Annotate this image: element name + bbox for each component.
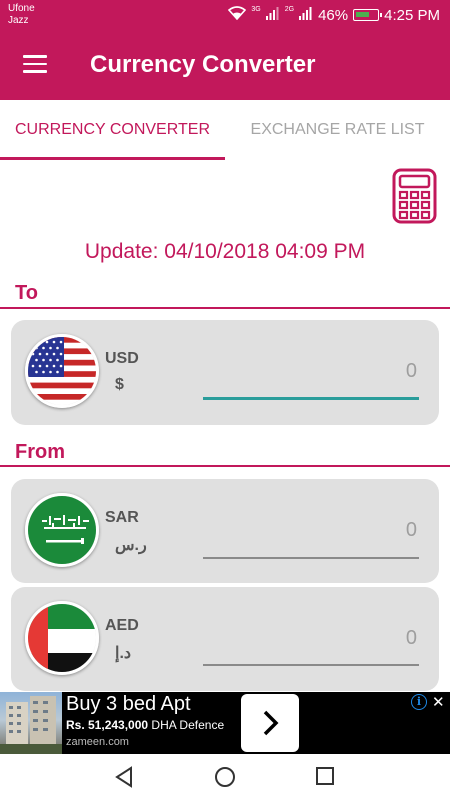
wifi-icon — [228, 6, 247, 24]
ad-info-icon[interactable]: i — [411, 694, 427, 710]
to-section-divider — [0, 307, 450, 309]
aed-currency-code: AED — [105, 617, 139, 634]
usa-flag-icon — [25, 334, 99, 408]
aed-amount-input[interactable]: 0 — [203, 627, 419, 650]
app-toolbar: Currency Converter — [0, 32, 450, 100]
tab-currency-converter[interactable]: CURRENCY CONVERTER — [0, 100, 225, 160]
calculator-icon[interactable] — [392, 168, 437, 224]
from-section-divider — [0, 465, 450, 467]
to-currency-symbol: $ — [115, 376, 124, 393]
ad-building-image — [0, 692, 62, 754]
aed-currency-symbol: د.إ — [115, 645, 132, 662]
chevron-right-icon — [263, 710, 279, 736]
to-section-label: To — [15, 282, 38, 304]
app-screen: Ufone Jazz 3G 2G 46% 4:25 PM Currency Co… — [0, 0, 450, 800]
ad-price-line: Rs. 51,243,000 DHA Defence — [66, 718, 224, 732]
network-type-1: 3G — [251, 6, 261, 13]
clock: 4:25 PM — [384, 6, 440, 24]
to-currency-card[interactable]: USD $ 0 — [11, 320, 439, 425]
aed-amount-underline — [203, 664, 419, 666]
carrier-name-2: Jazz — [8, 15, 29, 26]
to-currency-code: USD — [105, 350, 139, 367]
nav-home-icon[interactable] — [214, 766, 236, 793]
carrier-name-1: Ufone — [8, 3, 35, 14]
network-type-2: 2G — [284, 6, 295, 13]
sar-amount-underline — [203, 557, 419, 559]
sar-amount-input[interactable]: 0 — [203, 519, 419, 542]
ad-tagline: DHA Defence — [151, 718, 225, 732]
tab-exchange-rate-list[interactable]: EXCHANGE RATE LIST — [225, 100, 450, 160]
status-bar: Ufone Jazz 3G 2G 46% 4:25 PM — [0, 0, 450, 32]
ad-headline[interactable]: Buy 3 bed Apt — [66, 693, 191, 716]
to-amount-underline — [203, 397, 419, 400]
status-icons: 3G 2G 46% 4:25 PM — [228, 6, 440, 24]
signal-icon-1 — [265, 6, 280, 24]
app-title: Currency Converter — [90, 51, 316, 78]
nav-recents-icon[interactable] — [315, 766, 335, 791]
ad-open-button[interactable] — [241, 694, 299, 752]
carrier-info: Ufone Jazz — [8, 3, 35, 27]
from-currency-card-sar[interactable]: SAR ر.س 0 — [11, 479, 439, 583]
hamburger-icon[interactable] — [23, 55, 47, 75]
nav-back-icon[interactable] — [114, 766, 134, 793]
system-nav-bar — [0, 754, 450, 800]
ad-banner[interactable]: Buy 3 bed Apt Rs. 51,243,000 DHA Defence… — [0, 692, 450, 754]
saudi-flag-icon — [25, 493, 99, 567]
sar-currency-code: SAR — [105, 509, 139, 526]
tab-bar: CURRENCY CONVERTER EXCHANGE RATE LIST — [0, 100, 450, 160]
sar-currency-symbol: ر.س — [115, 537, 147, 554]
to-amount-input[interactable]: 0 — [203, 360, 419, 383]
from-currency-card-aed[interactable]: AED د.إ 0 — [11, 587, 439, 691]
signal-icon-2 — [299, 6, 313, 24]
battery-percent: 46% — [318, 6, 349, 24]
ad-price: Rs. 51,243,000 — [66, 718, 149, 732]
battery-icon — [353, 9, 383, 21]
uae-flag-icon — [25, 601, 99, 675]
close-icon[interactable]: ✕ — [432, 693, 445, 711]
update-timestamp: Update: 04/10/2018 04:09 PM — [84, 240, 366, 263]
from-section-label: From — [15, 441, 65, 463]
ad-domain: zameen.com — [66, 736, 129, 748]
